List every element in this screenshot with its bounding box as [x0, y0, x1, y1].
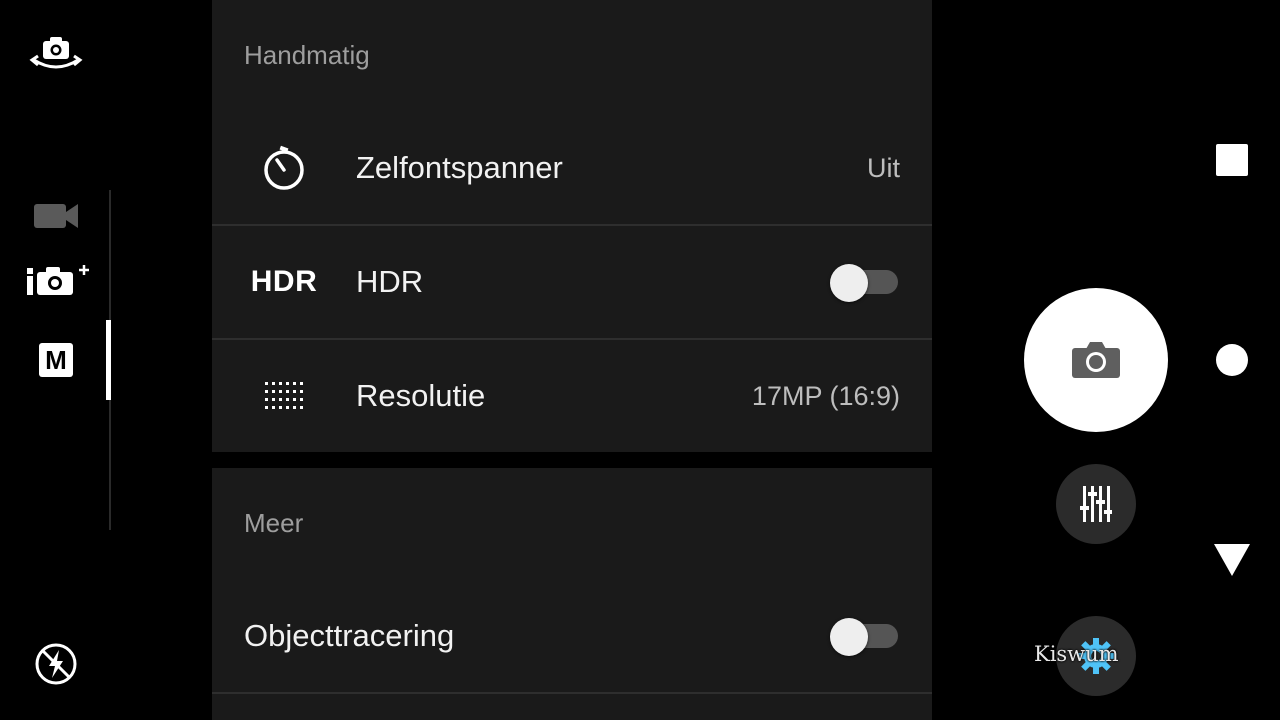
flash-off-icon	[35, 643, 77, 685]
hdr-icon: HDR	[248, 226, 320, 338]
setting-row-object-tracking[interactable]: Objecttracering	[212, 580, 932, 692]
flash-button[interactable]	[32, 640, 80, 688]
setting-row-resolution[interactable]: Resolutie 17MP (16:9)	[212, 340, 932, 452]
object-tracking-label: Objecttracering	[244, 618, 455, 653]
mode-video-button[interactable]	[32, 200, 80, 232]
toggle-knob	[830, 264, 868, 302]
video-camera-icon	[34, 204, 78, 228]
setting-row-hdr[interactable]: HDR HDR	[212, 226, 932, 338]
hdr-label: HDR	[356, 264, 424, 299]
settings-section-manual: Handmatig Zelfontspanner Uit HDR HDR Res…	[212, 0, 932, 452]
manual-adjust-button[interactable]	[1056, 464, 1136, 544]
section-title-manual: Handmatig	[244, 40, 370, 70]
superior-auto-camera-icon	[27, 265, 89, 295]
camera-shutter-icon	[1072, 342, 1120, 378]
manual-adjust-sliders-icon	[1080, 486, 1112, 522]
resolution-grid-icon	[248, 340, 320, 452]
settings-section-more: Meer Objecttracering	[212, 468, 932, 720]
switch-camera-icon	[29, 37, 83, 69]
mode-rail-indicator	[106, 320, 111, 400]
object-tracking-toggle[interactable]	[830, 618, 898, 656]
self-timer-label: Zelfontspanner	[356, 150, 563, 185]
toggle-knob	[830, 618, 868, 656]
mode-superior-auto-button[interactable]	[24, 262, 92, 298]
switch-camera-button[interactable]	[28, 34, 84, 74]
settings-panel: Handmatig Zelfontspanner Uit HDR HDR Res…	[212, 0, 932, 720]
watermark-text: Kiswum	[1034, 642, 1119, 666]
self-timer-icon	[248, 112, 320, 224]
recents-square-icon[interactable]	[1216, 144, 1248, 176]
mode-manual-button[interactable]: M	[38, 342, 74, 378]
resolution-label: Resolutie	[356, 378, 486, 413]
manual-mode-icon: M	[39, 343, 73, 377]
home-circle-icon[interactable]	[1216, 344, 1248, 376]
section-title-more: Meer	[244, 508, 304, 538]
resolution-value: 17MP (16:9)	[751, 381, 900, 411]
self-timer-value: Uit	[867, 153, 900, 183]
shutter-button[interactable]	[1024, 288, 1168, 432]
back-triangle-icon[interactable]	[1212, 542, 1252, 578]
setting-row-self-timer[interactable]: Zelfontspanner Uit	[212, 112, 932, 224]
hdr-icon-text: HDR	[250, 265, 318, 298]
row-divider	[212, 692, 932, 694]
hdr-toggle[interactable]	[830, 264, 898, 302]
